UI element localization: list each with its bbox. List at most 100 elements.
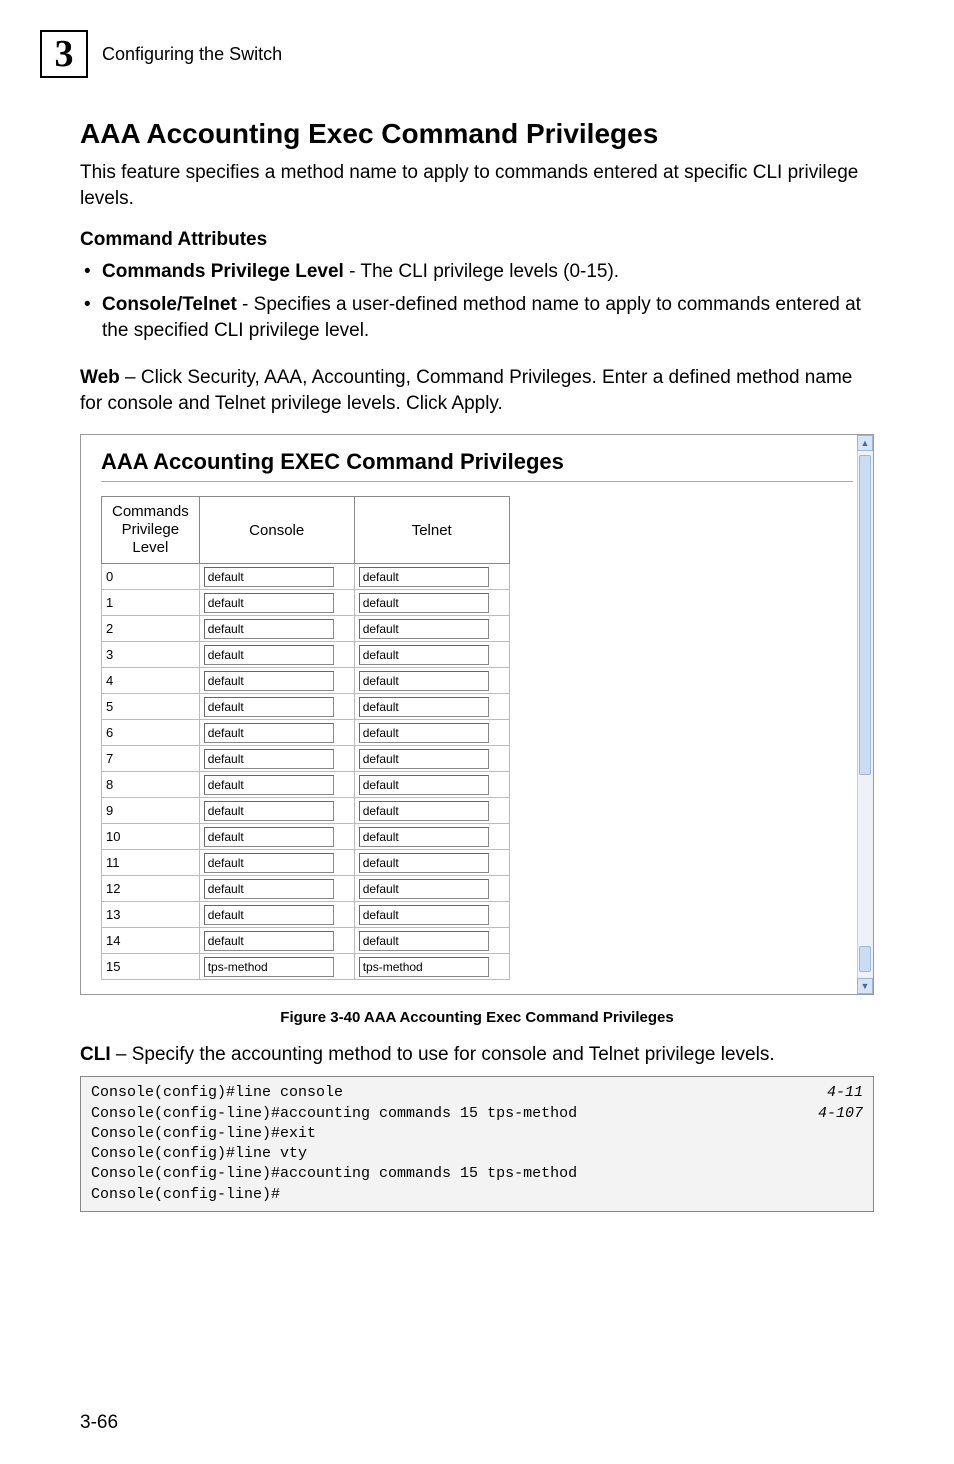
cell-level: 4 xyxy=(102,668,200,694)
table-row: 14 xyxy=(102,928,510,954)
figure-caption: Figure 3-40 AAA Accounting Exec Command … xyxy=(80,1009,874,1026)
cell-telnet xyxy=(354,642,509,668)
cell-level: 14 xyxy=(102,928,200,954)
telnet-input[interactable] xyxy=(359,775,489,795)
telnet-input[interactable] xyxy=(359,801,489,821)
console-input[interactable] xyxy=(204,645,334,665)
cli-command: Console(config)#line vty xyxy=(91,1144,307,1164)
table-row: 10 xyxy=(102,824,510,850)
cli-reference: 4-107 xyxy=(818,1104,863,1124)
telnet-input[interactable] xyxy=(359,879,489,899)
console-input[interactable] xyxy=(204,879,334,899)
telnet-input[interactable] xyxy=(359,593,489,613)
table-row: 9 xyxy=(102,798,510,824)
chapter-title: Configuring the Switch xyxy=(102,44,282,65)
table-row: 4 xyxy=(102,668,510,694)
list-item: Commands Privilege Level - The CLI privi… xyxy=(80,259,874,286)
table-row: 13 xyxy=(102,902,510,928)
cli-command: Console(config-line)#accounting commands… xyxy=(91,1164,577,1184)
cell-console xyxy=(199,616,354,642)
table-row: 6 xyxy=(102,720,510,746)
web-text: – Click Security, AAA, Accounting, Comma… xyxy=(80,367,852,414)
cell-console xyxy=(199,746,354,772)
console-input[interactable] xyxy=(204,749,334,769)
telnet-input[interactable] xyxy=(359,827,489,847)
cell-level: 13 xyxy=(102,902,200,928)
cell-console xyxy=(199,720,354,746)
col-header-telnet: Telnet xyxy=(354,497,509,564)
telnet-input[interactable] xyxy=(359,853,489,873)
cell-telnet xyxy=(354,954,509,980)
cell-level: 9 xyxy=(102,798,200,824)
console-input[interactable] xyxy=(204,827,334,847)
col-header-console: Console xyxy=(199,497,354,564)
cell-telnet xyxy=(354,798,509,824)
console-input[interactable] xyxy=(204,905,334,925)
cell-telnet xyxy=(354,850,509,876)
cell-level: 12 xyxy=(102,876,200,902)
cell-level: 0 xyxy=(102,564,200,590)
cli-reference: 4-11 xyxy=(827,1083,863,1103)
telnet-input[interactable] xyxy=(359,697,489,717)
chapter-number-box: 3 xyxy=(40,30,88,78)
console-input[interactable] xyxy=(204,931,334,951)
cell-console xyxy=(199,954,354,980)
scrollbar-track[interactable]: ▲ ▼ xyxy=(857,435,873,994)
cell-level: 10 xyxy=(102,824,200,850)
page-header: 3 Configuring the Switch xyxy=(0,30,954,78)
console-input[interactable] xyxy=(204,593,334,613)
telnet-input[interactable] xyxy=(359,671,489,691)
telnet-input[interactable] xyxy=(359,957,489,977)
cell-console xyxy=(199,564,354,590)
cell-level: 1 xyxy=(102,590,200,616)
cli-line: Console(config-line)#accounting commands… xyxy=(91,1164,863,1184)
console-input[interactable] xyxy=(204,957,334,977)
cli-line: Console(config)#line vty xyxy=(91,1144,863,1164)
telnet-input[interactable] xyxy=(359,931,489,951)
scrollbar-down-icon[interactable]: ▼ xyxy=(857,978,873,994)
cell-level: 2 xyxy=(102,616,200,642)
cell-console xyxy=(199,772,354,798)
cli-command: Console(config-line)# xyxy=(91,1185,280,1205)
console-input[interactable] xyxy=(204,697,334,717)
telnet-input[interactable] xyxy=(359,645,489,665)
cell-console xyxy=(199,876,354,902)
cell-telnet xyxy=(354,616,509,642)
cell-telnet xyxy=(354,876,509,902)
cli-line: Console(config-line)#accounting commands… xyxy=(91,1104,863,1124)
console-input[interactable] xyxy=(204,671,334,691)
telnet-input[interactable] xyxy=(359,749,489,769)
telnet-input[interactable] xyxy=(359,905,489,925)
scrollbar-up-icon[interactable]: ▲ xyxy=(857,435,873,451)
attributes-list: Commands Privilege Level - The CLI privi… xyxy=(80,259,874,345)
cli-line: Console(config-line)#exit xyxy=(91,1124,863,1144)
cli-code-block: Console(config)#line console4-11Console(… xyxy=(80,1076,874,1212)
scrollbar-thumb[interactable] xyxy=(859,455,871,775)
console-input[interactable] xyxy=(204,775,334,795)
web-instructions: Web – Click Security, AAA, Accounting, C… xyxy=(80,365,874,416)
telnet-input[interactable] xyxy=(359,567,489,587)
console-input[interactable] xyxy=(204,619,334,639)
table-row: 2 xyxy=(102,616,510,642)
cell-telnet xyxy=(354,720,509,746)
table-row: 3 xyxy=(102,642,510,668)
table-row: 7 xyxy=(102,746,510,772)
cell-console xyxy=(199,850,354,876)
telnet-input[interactable] xyxy=(359,723,489,743)
console-input[interactable] xyxy=(204,723,334,743)
cell-telnet xyxy=(354,668,509,694)
web-label: Web xyxy=(80,367,120,388)
cli-line: Console(config)#line console4-11 xyxy=(91,1083,863,1103)
console-input[interactable] xyxy=(204,853,334,873)
telnet-input[interactable] xyxy=(359,619,489,639)
intro-text: This feature specifies a method name to … xyxy=(80,160,874,211)
table-row: 15 xyxy=(102,954,510,980)
cell-console xyxy=(199,590,354,616)
cell-telnet xyxy=(354,928,509,954)
console-input[interactable] xyxy=(204,801,334,821)
console-input[interactable] xyxy=(204,567,334,587)
scrollbar-thumb[interactable] xyxy=(859,946,871,972)
cell-telnet xyxy=(354,824,509,850)
cell-level: 15 xyxy=(102,954,200,980)
cell-console xyxy=(199,798,354,824)
